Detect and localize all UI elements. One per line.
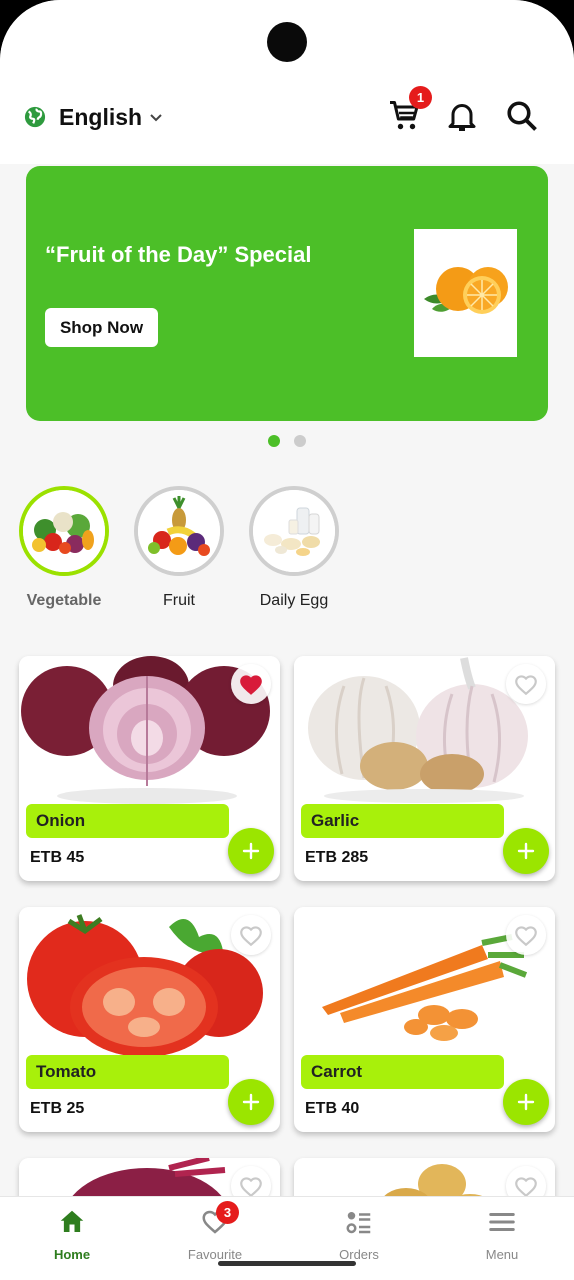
dairy-egg-image xyxy=(249,486,339,576)
plus-icon xyxy=(242,1093,260,1111)
category-vegetable[interactable]: Vegetable xyxy=(19,486,109,610)
nav-label: Menu xyxy=(485,1247,519,1262)
shop-now-button[interactable]: Shop Now xyxy=(45,308,158,347)
product-price: ETB 25 xyxy=(30,1100,85,1117)
globe-icon xyxy=(24,106,46,128)
cart-count-badge: 1 xyxy=(409,86,432,109)
add-to-cart-button[interactable] xyxy=(503,1079,549,1125)
cart-button[interactable]: 1 xyxy=(387,86,432,134)
nav-menu[interactable]: Menu xyxy=(447,1207,557,1262)
product-card-garlic[interactable]: Garlic ETB 285 xyxy=(294,656,555,881)
nav-favourite[interactable]: 3 Favourite xyxy=(160,1201,270,1262)
pager-dot[interactable] xyxy=(294,435,306,447)
heart-icon: 3 xyxy=(200,1201,239,1237)
favourite-button[interactable] xyxy=(231,915,271,955)
nav-label: Home xyxy=(53,1247,91,1262)
app-screen: English 1 “Fruit of the Day” Special Sho… xyxy=(0,0,574,1280)
product-name: Carrot xyxy=(301,1055,504,1089)
heart-outline-icon xyxy=(240,1177,262,1198)
product-name: Onion xyxy=(26,804,229,838)
add-to-cart-button[interactable] xyxy=(228,828,274,874)
nav-home[interactable]: Home xyxy=(17,1207,127,1262)
favourite-button[interactable] xyxy=(506,664,546,704)
orders-list-icon xyxy=(344,1207,374,1237)
pager-dot-active[interactable] xyxy=(268,435,280,447)
camera-cutout xyxy=(267,22,307,62)
category-label: Daily Egg xyxy=(259,592,329,609)
top-app-bar: English 1 xyxy=(0,0,574,164)
heart-outline-icon xyxy=(515,926,537,947)
vegetable-image xyxy=(19,486,109,576)
hamburger-menu-icon xyxy=(487,1207,517,1237)
bell-icon xyxy=(448,104,476,131)
favourite-count-badge: 3 xyxy=(216,1201,239,1224)
product-card-onion[interactable]: Onion ETB 45 xyxy=(19,656,280,881)
product-price: ETB 45 xyxy=(30,849,85,866)
gesture-home-indicator[interactable] xyxy=(218,1261,356,1266)
language-selector[interactable]: English xyxy=(24,100,164,134)
plus-icon xyxy=(517,1093,535,1111)
banner-orange-image xyxy=(414,229,517,357)
language-label: English xyxy=(59,103,143,130)
plus-icon xyxy=(242,842,260,860)
add-to-cart-button[interactable] xyxy=(228,1079,274,1125)
category-label: Fruit xyxy=(163,592,195,609)
heart-outline-icon xyxy=(515,675,537,696)
chevron-down-icon xyxy=(150,114,162,122)
plus-icon xyxy=(517,842,535,860)
product-card-tomato[interactable]: Tomato ETB 25 xyxy=(19,907,280,1132)
favourite-button[interactable] xyxy=(506,915,546,955)
category-daily-egg[interactable]: Daily Egg xyxy=(249,486,339,610)
category-fruit[interactable]: Fruit xyxy=(134,486,224,610)
nav-orders[interactable]: Orders xyxy=(304,1207,414,1262)
bottom-navigation: Home 3 Favourite Orders Menu xyxy=(0,1196,574,1280)
notifications-button[interactable] xyxy=(444,98,480,134)
nav-label: Favourite xyxy=(187,1247,243,1262)
search-button[interactable] xyxy=(504,98,540,134)
banner-pager xyxy=(268,435,306,447)
search-icon xyxy=(507,101,537,131)
product-price: ETB 285 xyxy=(305,849,369,866)
home-icon xyxy=(57,1207,87,1237)
product-name: Garlic xyxy=(301,804,504,838)
product-card-carrot[interactable]: Carrot ETB 40 xyxy=(294,907,555,1132)
fruit-image xyxy=(134,486,224,576)
banner-title: “Fruit of the Day” Special xyxy=(45,242,312,267)
heart-filled-icon xyxy=(240,675,262,695)
promo-banner[interactable]: “Fruit of the Day” Special Shop Now xyxy=(26,166,548,421)
category-label: Vegetable xyxy=(26,592,102,609)
nav-label: Orders xyxy=(339,1247,379,1262)
product-name: Tomato xyxy=(26,1055,229,1089)
heart-outline-icon xyxy=(515,1177,537,1198)
favourite-button[interactable] xyxy=(231,664,271,704)
add-to-cart-button[interactable] xyxy=(503,828,549,874)
heart-outline-icon xyxy=(240,926,262,947)
product-price: ETB 40 xyxy=(305,1100,360,1117)
